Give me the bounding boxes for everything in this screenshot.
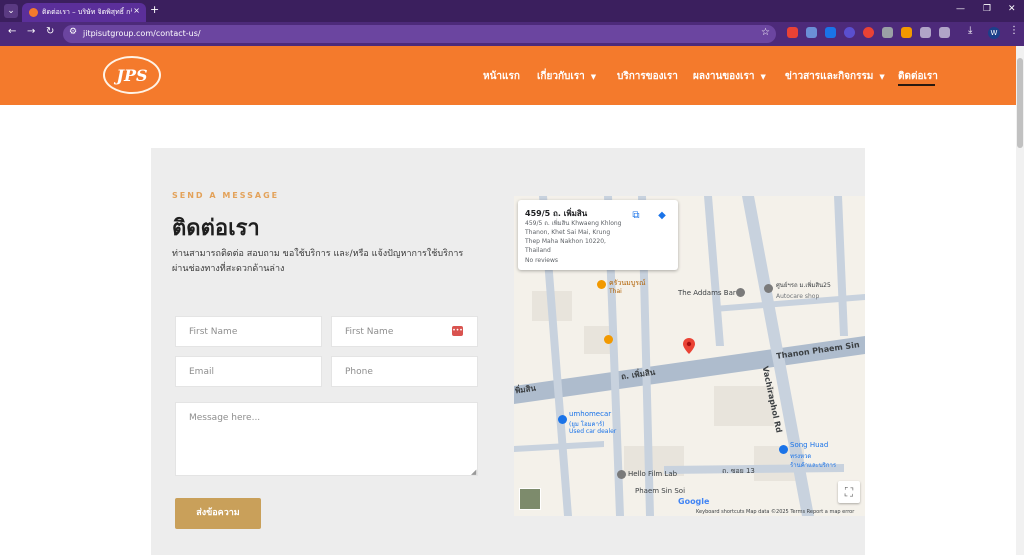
extension-icon-8[interactable] <box>920 27 931 38</box>
window-close-icon[interactable]: ✕ <box>1008 4 1016 14</box>
logo-text: JPS <box>116 66 148 85</box>
extension-icon-7[interactable] <box>901 27 912 38</box>
first-name-2-placeholder: First Name <box>345 327 394 337</box>
email-field[interactable]: Email <box>175 356 322 387</box>
site-info-icon[interactable]: ⚙ <box>69 27 77 37</box>
reload-icon[interactable]: ↻ <box>46 26 54 37</box>
extension-icon-5[interactable] <box>863 27 874 38</box>
submit-button[interactable]: ส่งข้อความ <box>175 498 261 529</box>
browser-tab-strip: ⌄ ติดต่อเรา – บริษัท จิตพิสุทธิ์ กรุ๊ป จ… <box>0 0 1024 22</box>
forward-icon[interactable]: → <box>27 26 35 37</box>
extension-icon-2[interactable] <box>806 27 817 38</box>
street-view-pegman-icon[interactable] <box>519 488 541 510</box>
page-title: ติดต่อเรา <box>172 216 260 241</box>
extension-icon-4[interactable] <box>844 27 855 38</box>
nav-home[interactable]: หน้าแรก <box>483 69 520 84</box>
password-manager-icon[interactable]: ••• <box>452 326 463 336</box>
address-bar[interactable]: ⚙ jitpisutgroup.com/contact-us/ ☆ <box>63 25 776 43</box>
directions-icon[interactable]: ◆ <box>655 209 669 223</box>
nav-news-label: ข่าวสารและกิจกรรม <box>785 71 874 82</box>
nav-works-label: ผลงานของเรา <box>693 71 755 82</box>
autocare-poi-icon[interactable] <box>764 284 773 293</box>
browser-menu-icon[interactable]: ⋮ <box>1009 25 1019 36</box>
map-label-autocare-sub: Autocare shop <box>776 293 820 300</box>
tab-search-icon[interactable]: ⌄ <box>4 4 18 18</box>
shop-poi-icon[interactable] <box>779 445 788 454</box>
nav-works[interactable]: ผลงานของเรา ▼ <box>693 69 766 84</box>
contact-description: ท่านสามารถติดต่อ สอบถาม ขอใช้บริการ และ/… <box>172 249 464 274</box>
nav-about-label: เกี่ยวกับเรา <box>537 71 585 82</box>
cafe-poi-icon[interactable] <box>604 335 613 344</box>
message-textarea[interactable]: Message here... <box>175 402 478 476</box>
road-label-phaem-sin-soi: Phaem Sin Soi <box>635 487 686 495</box>
first-name-input[interactable]: First Name <box>175 316 322 347</box>
extension-icon-3[interactable] <box>825 27 836 38</box>
site-logo[interactable]: JPS <box>103 56 161 94</box>
phone-placeholder: Phone <box>345 367 373 377</box>
map-label-umhomecar-sub: Used car dealer <box>569 428 617 435</box>
browser-tab-active[interactable]: ติดต่อเรา – บริษัท จิตพิสุทธิ์ กรุ๊ป จำก… <box>22 3 146 22</box>
restore-icon[interactable]: ❐ <box>983 4 991 14</box>
restaurant-poi-icon[interactable] <box>597 280 606 289</box>
place-info-card: 459/5 ถ. เพิ่มสิน 459/5 ถ. เพิ่มสิน Khwa… <box>518 200 678 270</box>
email-placeholder: Email <box>189 367 214 377</box>
location-pin-icon[interactable] <box>683 338 695 354</box>
map-label-hello-film[interactable]: Hello Film Lab <box>628 470 677 478</box>
textarea-resize-handle[interactable]: ◢ <box>471 468 476 476</box>
bookmark-star-icon[interactable]: ☆ <box>761 27 770 38</box>
download-icon[interactable]: ⤓ <box>968 25 972 36</box>
extensions-puzzle-icon[interactable] <box>939 27 950 38</box>
open-in-maps-icon[interactable]: ⧉ <box>629 209 643 223</box>
map-label-song-huad[interactable]: Song Huad <box>790 441 828 449</box>
phone-field[interactable]: Phone <box>331 356 478 387</box>
fullscreen-icon[interactable]: ⛶ <box>838 481 860 503</box>
profile-avatar[interactable]: W <box>988 27 1000 39</box>
map-footer-links[interactable]: Keyboard shortcuts Map data ©2025 Terms … <box>696 509 854 515</box>
site-favicon-icon <box>29 8 38 17</box>
google-logo: Google <box>678 497 709 506</box>
back-icon[interactable]: ← <box>8 26 16 37</box>
map-label-autocare[interactable]: ศูนย์ฯรถ ม.เพิ่มสิน25 <box>776 280 831 290</box>
first-name-placeholder: First Name <box>189 327 238 337</box>
new-tab-icon[interactable]: + <box>150 3 159 16</box>
nav-contact-label: ติดต่อเรา <box>898 71 938 82</box>
nav-services-label: บริการของเรา <box>617 71 678 82</box>
nav-contact[interactable]: ติดต่อเรา <box>898 69 938 84</box>
message-placeholder: Message here... <box>189 413 261 423</box>
place-reviews: No reviews <box>525 257 559 264</box>
chevron-down-icon: ▼ <box>590 73 597 81</box>
nav-home-label: หน้าแรก <box>483 71 520 82</box>
film-lab-poi-icon[interactable] <box>617 470 626 479</box>
minimize-icon[interactable]: — <box>956 4 965 14</box>
scrollbar-thumb[interactable] <box>1017 58 1023 148</box>
extension-icon-1[interactable] <box>787 27 798 38</box>
section-eyebrow: SEND A MESSAGE <box>172 191 280 200</box>
extension-icon-6[interactable] <box>882 27 893 38</box>
tab-close-icon[interactable]: × <box>133 6 140 15</box>
chevron-down-icon: ▼ <box>879 73 885 81</box>
map-label-addams[interactable]: The Addams Bar <box>678 289 736 297</box>
map-label-krua-sub: Thai <box>609 288 622 295</box>
bar-poi-icon[interactable] <box>736 288 745 297</box>
url-text: jitpisutgroup.com/contact-us/ <box>83 29 201 38</box>
car-dealer-poi-icon[interactable] <box>558 415 567 424</box>
nav-active-indicator <box>898 84 935 86</box>
place-address: 459/5 ถ. เพิ่มสิน Khwaeng Khlong Thanon,… <box>525 220 622 254</box>
nav-about[interactable]: เกี่ยวกับเรา ▼ <box>537 69 596 84</box>
tab-title: ติดต่อเรา – บริษัท จิตพิสุทธิ์ กรุ๊ป จำก… <box>42 8 132 16</box>
nav-news[interactable]: ข่าวสารและกิจกรรม ▼ <box>785 69 885 84</box>
map-label-umhomecar[interactable]: umhomecar <box>569 410 611 418</box>
chevron-down-icon: ▼ <box>760 73 766 81</box>
nav-services[interactable]: บริการของเรา <box>617 69 678 84</box>
road-label-soi-13: ถ. ซอย 13 <box>722 467 755 475</box>
google-logo-text: Google <box>678 497 710 506</box>
map-label-song-huad-sub: ร้านค้าและบริการ <box>790 462 837 469</box>
